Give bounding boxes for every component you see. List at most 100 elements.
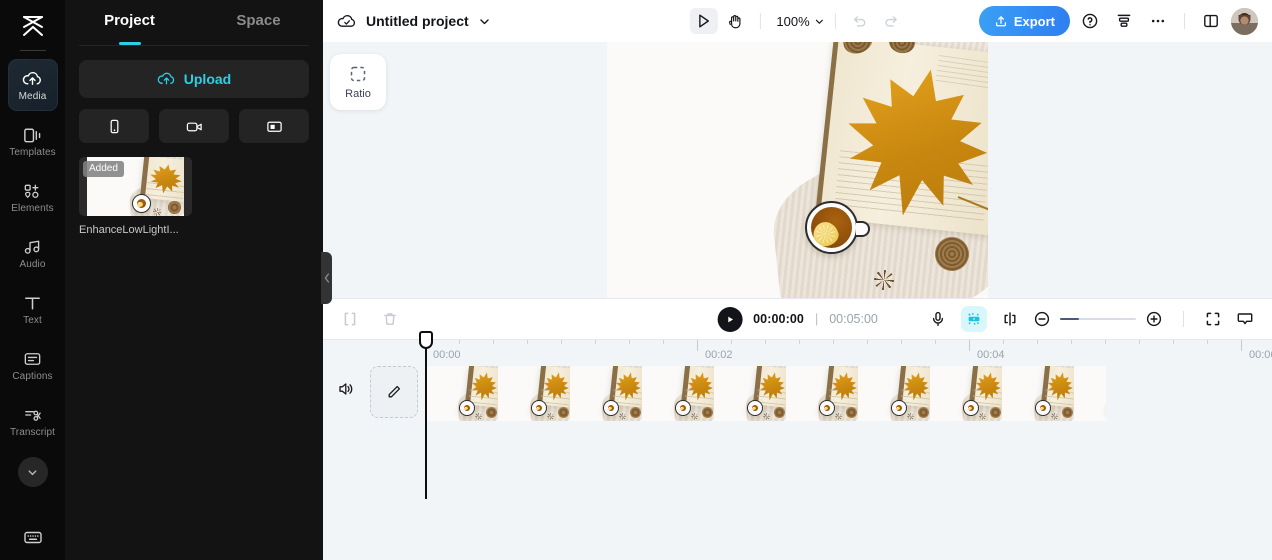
tool-selector: 100% [689, 8, 905, 34]
total-duration: 00:05:00 [829, 312, 878, 326]
ruler-label: 00:04 [977, 349, 1005, 361]
upload-label: Upload [183, 71, 232, 87]
toolbar-divider [834, 13, 836, 29]
keyboard-shortcuts-button[interactable] [0, 528, 65, 546]
top-toolbar: Untitled project 100% Export [323, 0, 1272, 42]
clip-thumbnail [858, 366, 930, 421]
split-clip-button[interactable] [341, 310, 359, 328]
tab-space[interactable]: Space [194, 0, 323, 42]
playhead[interactable] [419, 331, 433, 499]
video-camera-icon [185, 118, 204, 135]
zoom-out-button[interactable] [1033, 310, 1051, 328]
clip-thumbnail [570, 366, 642, 421]
help-button[interactable] [1076, 7, 1104, 35]
ruler-major-tick [1241, 340, 1242, 351]
zoom-slider-fill [1060, 317, 1079, 321]
main-area: Untitled project 100% Export Ratio 00:00… [323, 0, 1272, 560]
ruler-major-tick [697, 340, 698, 351]
timeline-toolbar: 00:00:00 | 00:05:00 [323, 298, 1272, 339]
select-tool-button[interactable] [689, 8, 718, 34]
from-phone-button[interactable] [79, 109, 149, 143]
sidebar-item-media[interactable]: Media [7, 59, 58, 111]
hand-tool-button[interactable] [721, 8, 749, 34]
video-preview[interactable] [607, 42, 988, 298]
export-button[interactable]: Export [978, 6, 1070, 36]
timeline-right-tools [929, 306, 1254, 332]
fit-to-screen-button[interactable] [1204, 310, 1222, 328]
capcut-logo[interactable] [11, 8, 55, 44]
auto-enhance-button[interactable] [961, 306, 987, 332]
ruler-minor-tick [493, 340, 494, 344]
media-panel: Project Space Upload Added EnhanceLowLig… [65, 0, 332, 560]
upload-button[interactable]: Upload [79, 60, 309, 98]
ruler-minor-tick [799, 340, 800, 344]
zoom-in-button[interactable] [1145, 310, 1163, 328]
video-clip[interactable] [426, 366, 1106, 421]
fit-to-screen-icon [1204, 310, 1222, 328]
undo-button[interactable] [846, 8, 874, 34]
zoom-level-dropdown[interactable]: 100% [776, 14, 824, 29]
clip-thumbnail [930, 366, 1002, 421]
zoom-level-value: 100% [776, 13, 810, 29]
sidebar-item-captions[interactable]: Captions [8, 339, 58, 391]
timeline-ruler[interactable]: 00:00 00:02 00:04 00:06 [323, 339, 1272, 367]
timeline-zoom-slider[interactable] [1033, 310, 1163, 328]
ruler-minor-tick [1037, 340, 1038, 344]
more-options-button[interactable] [1144, 7, 1172, 35]
ruler-minor-tick [833, 340, 834, 344]
sidebar-item-audio[interactable]: Audio [8, 227, 58, 279]
track-mute-button[interactable] [337, 380, 355, 398]
sidebar-item-elements[interactable]: Elements [8, 171, 58, 223]
expand-sidebar-button[interactable] [17, 457, 48, 487]
ruler-minor-tick [765, 340, 766, 344]
panel-tabs: Project Space [65, 0, 323, 42]
sidebar-item-transcript[interactable]: Transcript [8, 395, 58, 447]
screen-record-button[interactable] [239, 109, 309, 143]
preview-monitor-button[interactable] [1236, 310, 1254, 328]
sidebar-item-templates[interactable]: Templates [8, 115, 58, 167]
media-item[interactable]: Added EnhanceLowLightI... [79, 157, 192, 236]
ruler-minor-tick [731, 340, 732, 344]
voiceover-button[interactable] [929, 310, 947, 328]
timeline-tracks-area[interactable]: 00:00 00:02 00:04 00:06 [323, 331, 1272, 560]
ruler-label: 00:02 [705, 349, 733, 361]
sidebar-item-label: Templates [9, 146, 56, 158]
redo-button[interactable] [878, 8, 906, 34]
plus-circle-icon [1145, 310, 1163, 328]
panel-toggle-button[interactable] [1197, 7, 1225, 35]
chevron-down-icon [814, 16, 825, 27]
chevron-down-icon[interactable] [478, 15, 491, 28]
ratio-label: Ratio [345, 87, 371, 100]
keyboard-icon [22, 528, 44, 546]
clip-thumbnail [642, 366, 714, 421]
collapse-panel-handle[interactable] [321, 252, 332, 304]
sidebar-item-text[interactable]: Text [8, 283, 58, 335]
minus-circle-icon [1033, 310, 1051, 328]
sidebar-item-label: Captions [12, 370, 53, 382]
ruler-minor-tick [1207, 340, 1208, 344]
split-markers-button[interactable] [1001, 310, 1019, 328]
clip-thumbnail [1074, 366, 1106, 421]
delete-button[interactable] [381, 310, 399, 328]
tab-project[interactable]: Project [65, 0, 194, 42]
media-thumbnail[interactable]: Added [79, 157, 192, 216]
record-video-button[interactable] [159, 109, 229, 143]
transcript-icon [22, 405, 43, 425]
zoom-slider-track[interactable] [1060, 317, 1136, 321]
edit-clip-button[interactable] [370, 366, 418, 418]
ruler-minor-tick [663, 340, 664, 344]
align-button[interactable] [1110, 7, 1138, 35]
ruler-label: 00:00 [433, 349, 461, 361]
clip-thumbnail [786, 366, 858, 421]
hand-icon [727, 13, 744, 30]
play-button[interactable] [717, 306, 743, 332]
toolbar-divider [1183, 311, 1184, 327]
user-avatar[interactable] [1231, 7, 1258, 35]
playback-controls: 00:00:00 | 00:05:00 [717, 306, 878, 332]
screen-record-icon [265, 118, 284, 135]
more-horizontal-icon [1149, 12, 1167, 30]
playhead-handle[interactable] [419, 331, 433, 349]
auto-enhance-icon [965, 310, 983, 328]
project-title-group[interactable]: Untitled project [337, 13, 491, 30]
ratio-button[interactable]: Ratio [330, 54, 386, 110]
